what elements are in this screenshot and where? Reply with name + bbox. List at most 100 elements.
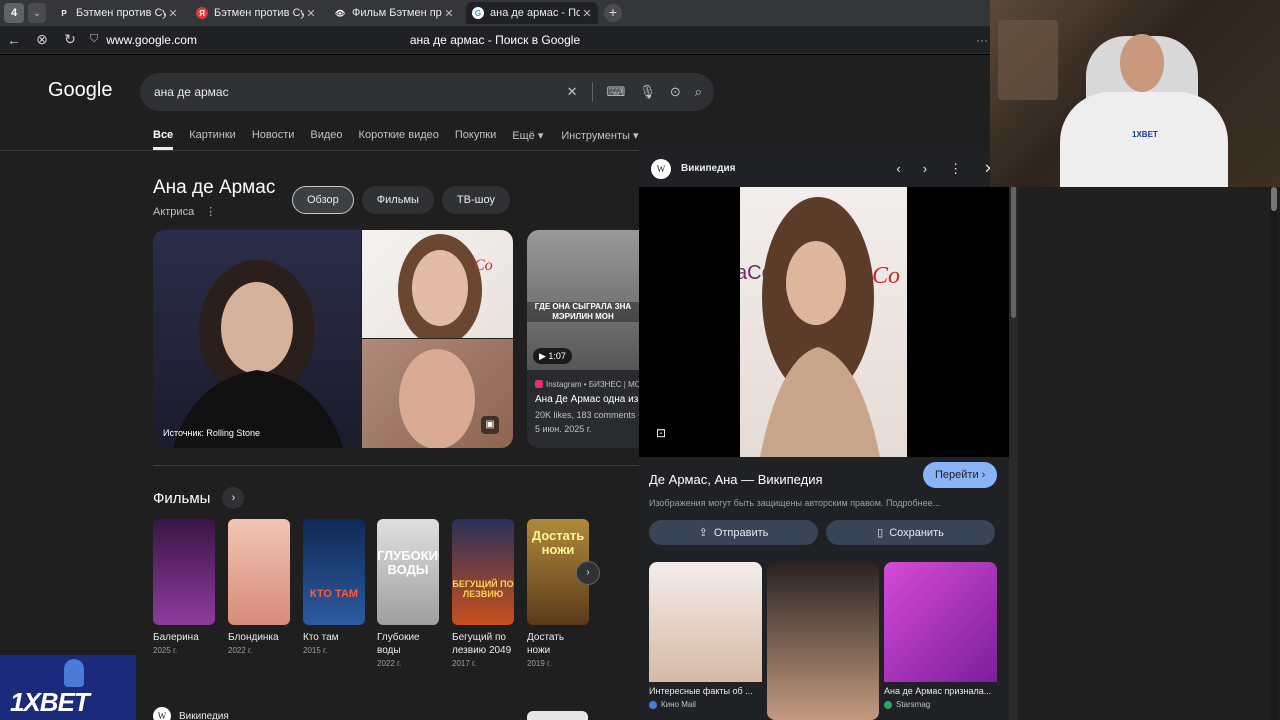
page-scrollbar[interactable] xyxy=(1270,185,1278,720)
entity-subtitle: Актриса ⋮ xyxy=(153,205,216,218)
carousel-next-button[interactable]: › xyxy=(576,561,600,585)
chevron-down-icon[interactable]: ⌄ xyxy=(28,3,46,23)
webcam-overlay: 1XBET xyxy=(990,0,1280,187)
panel-image[interactable]: aCon Co ⊡ xyxy=(639,187,1009,457)
keyboard-icon[interactable]: ⌨ xyxy=(607,84,626,100)
close-icon[interactable]: ✕ xyxy=(580,7,594,20)
lens-icon[interactable]: ⊡ xyxy=(653,425,669,441)
tab-tools[interactable]: Инструменты ▾ xyxy=(561,129,638,150)
back-arrow-icon[interactable]: ← xyxy=(0,32,28,48)
chip-overview[interactable]: Обзор xyxy=(292,186,354,214)
chip-tv-shows[interactable]: ТВ-шоу xyxy=(441,186,510,214)
image-source-caption: Источник: Rolling Stone xyxy=(163,428,260,438)
entity-image-main[interactable]: Источник: Rolling Stone xyxy=(153,230,361,448)
more-vert-icon[interactable]: ⋮ xyxy=(949,161,962,177)
protect-icon[interactable]: ⊗ xyxy=(28,31,56,48)
film-poster: БЕГУЩИЙ ПО ЛЕЗВИЮ xyxy=(452,519,514,625)
tab-images[interactable]: Картинки xyxy=(189,129,236,150)
browser-tab-bar: 4 ⌄ P Бэтмен против Суперме ✕ Я Бэтмен п… xyxy=(0,0,990,26)
tab-shopping[interactable]: Покупки xyxy=(455,129,496,150)
film-year: 2025 г. xyxy=(153,646,178,655)
film-poster: КТО ТАМ xyxy=(303,519,365,625)
film-card[interactable]: Блондинка 2022 г. xyxy=(228,519,290,655)
reload-icon[interactable]: ↻ xyxy=(56,31,84,48)
tab-counter[interactable]: 4 xyxy=(4,3,24,23)
streamer-body xyxy=(1060,92,1228,187)
copyright-note: Изображения могут быть защищены авторски… xyxy=(649,498,941,508)
chevron-right-icon[interactable]: › xyxy=(923,161,927,176)
film-title: Глубокие воды xyxy=(377,632,420,656)
source-favicon-icon xyxy=(649,700,657,709)
new-tab-button[interactable]: + xyxy=(604,4,622,22)
video-card[interactable]: ГДЕ ОНА СЫГРАЛА ЗНА МЭРИЛИН МОН ▶ 1:07 I… xyxy=(527,230,639,448)
video-duration: ▶ 1:07 xyxy=(533,348,572,364)
search-icon[interactable]: ⌕ xyxy=(695,84,702,100)
entity-image-top-right[interactable]: Co xyxy=(362,230,513,338)
close-icon[interactable]: ✕ xyxy=(304,7,318,20)
share-button[interactable]: ⇪ Отправить xyxy=(649,520,818,545)
video-source-text: Instagram • БИЗНЕС | МО xyxy=(546,380,639,389)
video-meta: 20K likes, 183 comments - g xyxy=(535,410,639,420)
tab-more[interactable]: Ещё ▾ xyxy=(512,129,543,150)
save-button[interactable]: ▯ Сохранить xyxy=(826,520,995,545)
browser-tab-active[interactable]: G ана де армас - Поиск в G ✕ xyxy=(466,2,598,24)
mascot-avatar xyxy=(64,659,84,687)
scrollbar-thumb[interactable] xyxy=(1271,187,1277,211)
chevron-right-icon[interactable]: › xyxy=(222,487,245,509)
google-logo[interactable]: Google xyxy=(48,79,113,102)
tab-title: ана де армас - Поиск в G xyxy=(490,7,580,19)
more-icon[interactable]: ··· xyxy=(976,33,988,47)
divider xyxy=(153,465,639,466)
tab-news[interactable]: Новости xyxy=(252,129,295,150)
panel-title[interactable]: Де Армас, Ана — Википедия xyxy=(649,472,823,487)
film-card[interactable]: Балерина 2025 г. xyxy=(153,519,215,655)
panel-source[interactable]: Википедия xyxy=(681,163,735,174)
chevron-left-icon[interactable]: ‹ xyxy=(896,161,900,176)
film-card[interactable]: ГЛУБОКИЕ ВОДЫ Глубокие воды 2022 г. xyxy=(377,519,439,668)
address-bar: ← ⊗ ↻ ⛉ www.google.com ана де армас - По… xyxy=(0,26,990,54)
video-title: Ана Де Армас одна из с xyxy=(535,394,639,405)
result-source[interactable]: W Википедия xyxy=(153,707,229,720)
video-date: 5 июн. 2025 г. xyxy=(535,424,592,434)
film-card[interactable]: БЕГУЩИЙ ПО ЛЕЗВИЮ Бегущий по лезвию 2049… xyxy=(452,519,514,668)
image-preview-panel: W Википедия ‹ › ⋮ ✕ aCon Co xyxy=(639,150,1009,720)
image-lens-icon[interactable]: ▣ xyxy=(481,416,499,434)
instagram-icon xyxy=(535,380,543,388)
divider xyxy=(0,150,640,151)
search-input[interactable]: ана де армас ✕ ⌨ 🎙 ⊙ ⌕ xyxy=(140,73,714,111)
films-section-heading[interactable]: Фильмы › xyxy=(153,487,245,509)
related-image[interactable]: Ана де Армас признала... Starsmag xyxy=(884,562,997,720)
background-shelf xyxy=(998,20,1058,100)
related-source-name: Starsmag xyxy=(896,700,931,709)
film-card[interactable]: КТО ТАМ Кто там 2015 г. xyxy=(303,519,365,655)
search-actions: ✕ ⌨ 🎙 ⊙ ⌕ xyxy=(567,73,702,111)
browser-tab[interactable]: 👁 Фильм Бэтмен против Су ✕ xyxy=(328,2,460,24)
clear-icon[interactable]: ✕ xyxy=(567,84,578,100)
url-field[interactable]: ⛉ www.google.com xyxy=(90,33,197,47)
close-icon[interactable]: ✕ xyxy=(442,7,456,20)
browser-tab[interactable]: P Бэтмен против Суперме ✕ xyxy=(52,2,184,24)
search-tabs: Все Картинки Новости Видео Короткие виде… xyxy=(153,129,639,150)
tab-short-video[interactable]: Короткие видео xyxy=(359,129,439,150)
result-thumbnail[interactable] xyxy=(527,711,588,720)
portrait-illustration: aCon Co xyxy=(740,197,900,457)
microphone-icon[interactable]: 🎙 xyxy=(639,84,656,100)
close-icon[interactable]: ✕ xyxy=(166,7,180,20)
browser-tab[interactable]: Я Бэтмен против Суперме ✕ xyxy=(190,2,322,24)
lens-icon[interactable]: ⊙ xyxy=(670,84,681,100)
tab-title: Фильм Бэтмен против Су xyxy=(352,7,442,19)
tab-all[interactable]: Все xyxy=(153,129,174,150)
site-info-icon[interactable]: ⛉ xyxy=(90,33,98,46)
film-card[interactable]: Достать ножи Достать ножи 2019 г. xyxy=(527,519,589,668)
panel-actions: ⇪ Отправить ▯ Сохранить xyxy=(649,520,995,545)
more-vert-icon[interactable]: ⋮ xyxy=(205,206,216,218)
related-image[interactable]: Интересные факты об ... Кино Mail xyxy=(649,562,762,720)
chip-films[interactable]: Фильмы xyxy=(361,186,434,214)
tab-video[interactable]: Видео xyxy=(310,129,342,150)
panel-scrollbar[interactable] xyxy=(1009,150,1018,720)
poster-text: ГЛУБОКИЕ ВОДЫ xyxy=(377,548,439,577)
related-image[interactable] xyxy=(767,562,879,720)
goto-button[interactable]: Перейти › xyxy=(923,462,998,488)
favicon-p-icon: P xyxy=(61,8,67,18)
entity-image-bottom-right[interactable]: ▣ xyxy=(362,339,513,448)
